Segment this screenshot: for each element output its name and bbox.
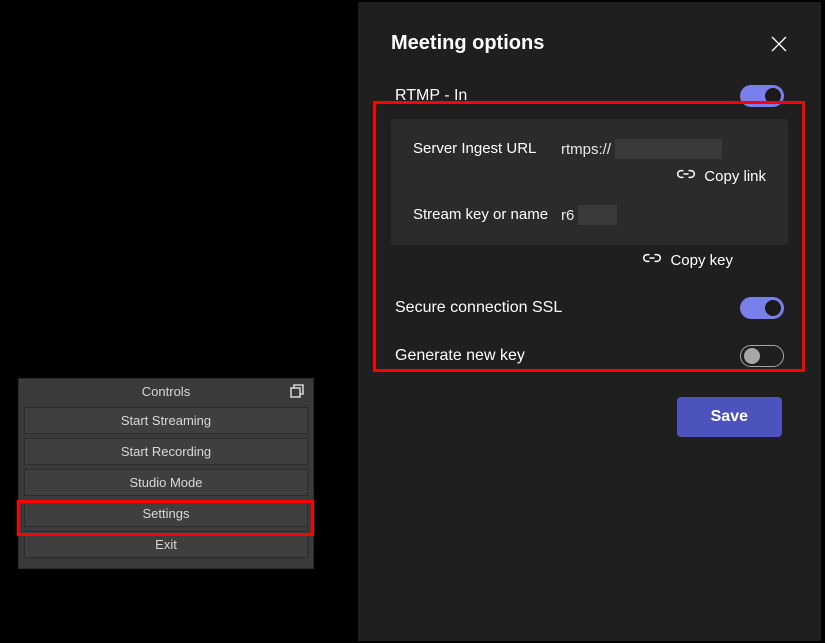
stream-key-value: r6 [561,205,617,225]
server-ingest-prefix: rtmps:// [561,141,611,158]
copy-link-button[interactable]: Copy link [413,167,766,185]
start-recording-button[interactable]: Start Recording [24,438,308,465]
rtmp-in-toggle[interactable] [740,85,784,107]
server-ingest-label: Server Ingest URL [413,139,561,159]
stream-key-row: Stream key or name r6 [413,205,766,225]
page-title: Meeting options [391,32,544,55]
studio-mode-button[interactable]: Studio Mode [24,469,308,496]
server-ingest-row: Server Ingest URL rtmps:// [413,139,766,159]
stream-key-prefix: r6 [561,207,574,224]
save-area: Save [391,397,788,437]
copy-key-label: Copy key [670,252,733,269]
rtmp-details-card: Server Ingest URL rtmps:// Copy link Str… [391,119,788,245]
ssl-label: Secure connection SSL [395,299,562,317]
server-ingest-value: rtmps:// [561,139,722,159]
start-streaming-button[interactable]: Start Streaming [24,407,308,434]
undock-icon[interactable] [289,383,305,399]
obs-header: Controls [19,379,313,404]
exit-button[interactable]: Exit [24,531,308,558]
ssl-row: Secure connection SSL [391,297,788,319]
link-icon [642,251,662,269]
generate-key-label: Generate new key [395,347,525,365]
rtmp-in-row: RTMP - In [391,85,788,107]
generate-key-row: Generate new key [391,345,788,367]
settings-button[interactable]: Settings [24,500,308,527]
link-icon [676,167,696,185]
copy-key-button[interactable]: Copy key [391,251,788,269]
save-button[interactable]: Save [677,397,782,437]
obs-controls-panel: Controls Start Streaming Start Recording… [18,378,314,569]
stream-key-label: Stream key or name [413,205,561,225]
redacted-url [615,139,722,159]
rtmp-in-label: RTMP - In [395,87,467,105]
obs-header-title: Controls [142,384,190,399]
generate-key-toggle[interactable] [740,345,784,367]
redacted-key [578,205,617,225]
meeting-options-body: RTMP - In Server Ingest URL rtmps:// Cop… [358,75,821,437]
obs-button-list: Start Streaming Start Recording Studio M… [19,404,313,568]
meeting-options-header: Meeting options [358,2,821,75]
meeting-options-panel: Meeting options RTMP - In Server Ingest … [358,2,821,641]
ssl-toggle[interactable] [740,297,784,319]
copy-link-label: Copy link [704,168,766,185]
close-icon[interactable] [770,35,788,53]
